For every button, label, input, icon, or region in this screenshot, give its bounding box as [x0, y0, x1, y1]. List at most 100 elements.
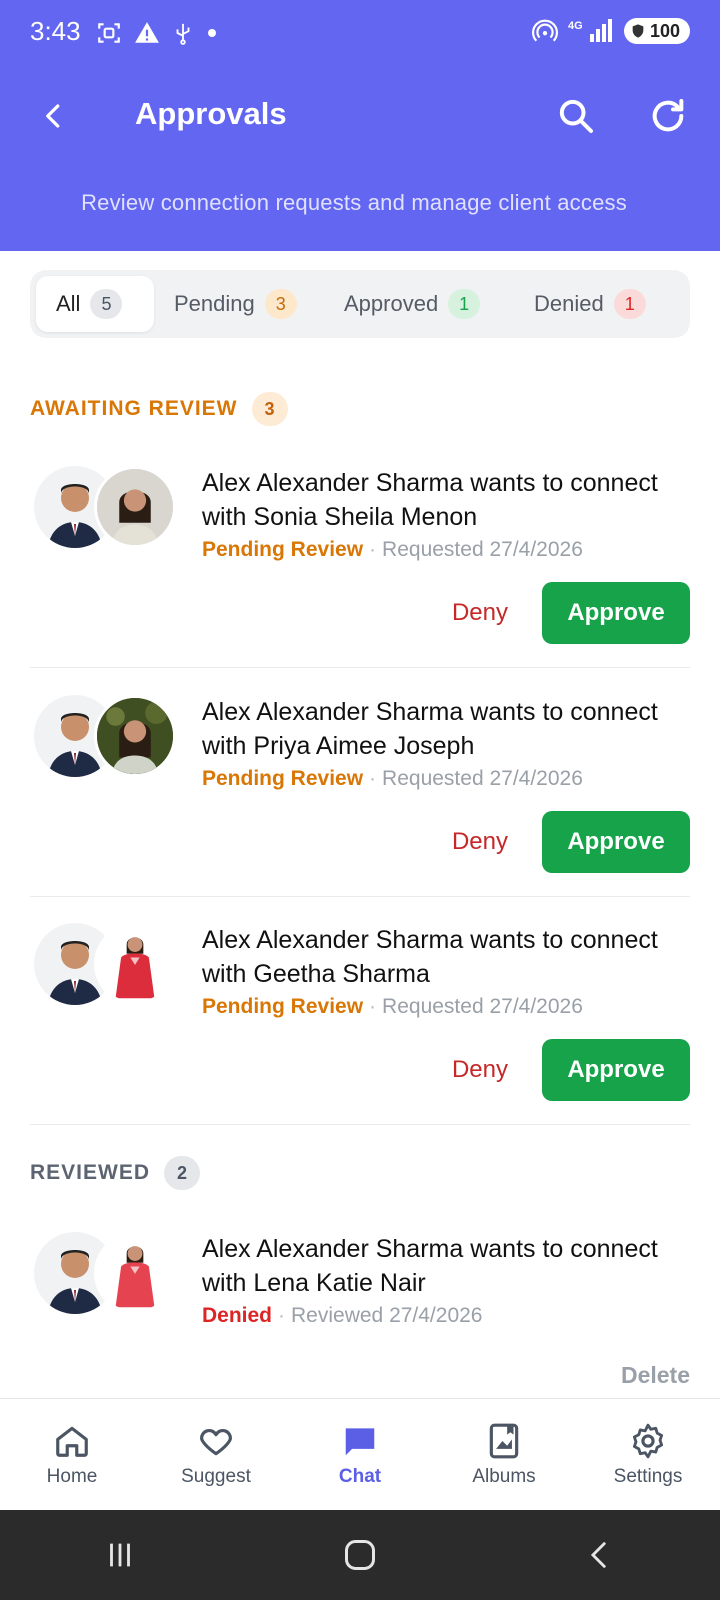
- deny-button[interactable]: Deny: [452, 828, 508, 856]
- section-title: REVIEWED: [30, 1161, 151, 1184]
- request-date: Requested 27/4/2026: [382, 767, 583, 790]
- header: 3:43 4G 100 Approvals Review connection …: [0, 0, 720, 251]
- approve-button[interactable]: Approve: [542, 811, 690, 873]
- nav-label: Suggest: [181, 1465, 251, 1487]
- approve-button[interactable]: Approve: [542, 582, 690, 644]
- nav-chat[interactable]: Chat: [288, 1399, 432, 1510]
- gear-icon: [632, 1423, 664, 1458]
- avatar: [94, 695, 176, 777]
- hotspot-icon: [531, 19, 558, 42]
- nav-label: Settings: [613, 1465, 683, 1487]
- request-meta: Pending Review · Requested 27/4/2026: [202, 995, 682, 1019]
- home-system-button[interactable]: [330, 1525, 390, 1585]
- nav-label: Home: [46, 1465, 98, 1487]
- chevron-left-icon: [46, 104, 60, 128]
- separator-dot: ·: [278, 1304, 286, 1327]
- approve-button[interactable]: Approve: [542, 1039, 690, 1101]
- avatar: [94, 1232, 176, 1314]
- status-bar: 3:43 4G 100: [0, 0, 720, 68]
- section-count: 3: [251, 392, 288, 426]
- status-time: 3:43: [30, 16, 81, 46]
- separator-dot: ·: [369, 538, 377, 561]
- nav-label: Albums: [472, 1465, 536, 1487]
- avatar-pair: [34, 923, 184, 1007]
- system-back-button[interactable]: [570, 1525, 630, 1585]
- request-item: Alex Alexander Sharma wants to connect w…: [30, 695, 690, 897]
- request-actions: Deny Approve: [452, 811, 690, 873]
- deny-button[interactable]: Deny: [452, 599, 508, 627]
- tab-label: Denied: [534, 291, 604, 316]
- request-item: Alex Alexander Sharma wants to connect w…: [30, 923, 690, 1125]
- nav-suggest[interactable]: Suggest: [144, 1399, 288, 1510]
- chat-icon: [345, 1427, 375, 1455]
- request-title: Alex Alexander Sharma wants to connect w…: [202, 698, 658, 760]
- woman-avatar-icon: [97, 926, 173, 1002]
- search-button[interactable]: [556, 96, 596, 136]
- avatar: [94, 466, 176, 548]
- nav-albums[interactable]: Albums: [432, 1399, 576, 1510]
- title-bar: Approvals: [0, 82, 720, 152]
- battery-indicator: 100: [623, 18, 690, 44]
- tab-all[interactable]: All 5: [36, 276, 154, 332]
- tab-denied[interactable]: Denied 1: [514, 276, 680, 332]
- status-label: Pending Review: [202, 767, 364, 790]
- refresh-button[interactable]: [648, 96, 688, 136]
- battery-level: 100: [649, 20, 680, 41]
- tab-label: Pending: [174, 291, 255, 316]
- request-item: Alex Alexander Sharma wants to connect w…: [30, 466, 690, 668]
- section-title: AWAITING REVIEW: [30, 397, 238, 420]
- woman-avatar-icon: [97, 698, 173, 774]
- request-actions: Deny Approve: [452, 582, 690, 644]
- deny-button[interactable]: Deny: [452, 1056, 508, 1084]
- back-button[interactable]: [34, 96, 74, 136]
- avatar-pair: [34, 1232, 184, 1316]
- request-actions: Deny Approve: [452, 1039, 690, 1101]
- section-reviewed: REVIEWED 2: [30, 1156, 201, 1190]
- request-title: Alex Alexander Sharma wants to connect w…: [202, 926, 658, 988]
- shield-icon: [632, 24, 644, 38]
- nav-home[interactable]: Home: [0, 1399, 144, 1510]
- recents-button[interactable]: [90, 1525, 150, 1585]
- svg-text:4G: 4G: [568, 20, 583, 32]
- request-meta: Pending Review · Requested 27/4/2026: [202, 538, 682, 562]
- tab-count: 1: [448, 289, 481, 319]
- signal-icon: 4G: [568, 19, 612, 42]
- back-arrow-icon: [590, 1542, 606, 1568]
- status-label: Pending Review: [202, 995, 364, 1018]
- status-icons-right: 4G 100: [531, 18, 690, 44]
- avatar: [94, 923, 176, 1005]
- bottom-nav: Home Suggest Chat Albums Settings: [0, 1398, 720, 1510]
- request-item: Alex Alexander Sharma wants to connect w…: [30, 1232, 690, 1392]
- request-title: Alex Alexander Sharma wants to connect w…: [202, 1235, 658, 1297]
- nav-settings[interactable]: Settings: [576, 1399, 720, 1510]
- tab-count: 3: [264, 289, 297, 319]
- request-meta: Pending Review · Requested 27/4/2026: [202, 767, 682, 791]
- separator-dot: ·: [369, 767, 377, 790]
- tab-pending[interactable]: Pending 3: [154, 276, 324, 332]
- home-icon: [56, 1426, 88, 1457]
- woman-avatar-icon: [97, 469, 173, 545]
- refresh-icon: [652, 99, 684, 132]
- filter-tabs: All 5 Pending 3 Approved 1 Denied 1: [30, 270, 690, 338]
- request-date: Reviewed 27/4/2026: [291, 1304, 483, 1327]
- request-date: Requested 27/4/2026: [382, 538, 583, 561]
- request-date: Requested 27/4/2026: [382, 995, 583, 1018]
- app-root: 3:43 4G 100 Approvals Review connection …: [0, 0, 720, 1600]
- avatar-pair: [34, 695, 184, 779]
- delete-button[interactable]: Delete: [621, 1362, 690, 1389]
- page-title: Approvals: [135, 96, 287, 131]
- status-icons-left: [96, 20, 218, 46]
- woman-avatar-icon: [97, 1235, 173, 1311]
- section-awaiting-review: AWAITING REVIEW 3: [30, 392, 288, 426]
- request-text: Alex Alexander Sharma wants to connect w…: [202, 466, 682, 562]
- request-text: Alex Alexander Sharma wants to connect w…: [202, 695, 682, 791]
- tab-label: All: [56, 291, 81, 316]
- recents-icon: [110, 1543, 130, 1567]
- tab-label: Approved: [344, 291, 439, 316]
- dot-icon: [208, 29, 216, 37]
- album-icon: [489, 1423, 519, 1458]
- tab-approved[interactable]: Approved 1: [324, 276, 514, 332]
- tab-count: 1: [613, 289, 646, 319]
- status-label: Denied: [202, 1304, 273, 1327]
- status-label: Pending Review: [202, 538, 364, 561]
